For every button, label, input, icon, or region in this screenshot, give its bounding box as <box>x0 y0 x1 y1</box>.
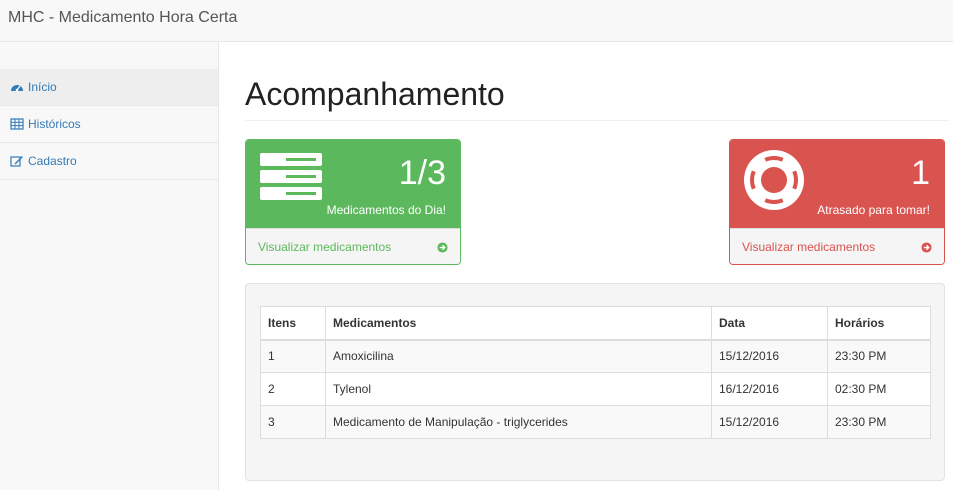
table-icon <box>10 118 24 130</box>
page-title: Acompanhamento <box>245 76 505 112</box>
sidebar-item-label: Cadastro <box>28 154 77 168</box>
today-label: Medicamentos do Dia! <box>326 203 446 217</box>
dashboard-icon <box>11 85 23 92</box>
link-label: Visualizar medicamentos <box>258 240 392 254</box>
cell-medication: Tylenol <box>325 372 712 406</box>
cell-item: 1 <box>260 339 326 373</box>
cell-medication: Medicamento de Manipulação - triglycerid… <box>325 405 712 439</box>
life-ring-icon <box>744 150 804 210</box>
today-count: 1/3 <box>398 154 446 192</box>
cell-time: 02:30 PM <box>827 372 931 406</box>
edit-icon <box>10 156 23 167</box>
server-icon <box>260 153 322 200</box>
table-row[interactable]: 3 Medicamento de Manipulação - triglycer… <box>260 405 931 439</box>
sidebar: Início Históricos Cadastro <box>0 42 219 490</box>
panel-heading: 1 Atrasado para tomar! <box>730 140 944 228</box>
column-header[interactable]: Horários <box>827 306 931 341</box>
sidebar-item-label: Históricos <box>28 117 81 131</box>
link-label: Visualizar medicamentos <box>742 240 876 254</box>
panel-heading: 1/3 Medicamentos do Dia! <box>246 140 460 228</box>
medications-well: Itens Medicamentos Data Horários 1 Amoxi… <box>245 283 945 481</box>
cell-medication: Amoxicilina <box>325 339 712 373</box>
column-header[interactable]: Data <box>711 306 828 341</box>
cell-date: 16/12/2016 <box>711 372 828 406</box>
column-header[interactable]: Itens <box>260 306 326 341</box>
late-label: Atrasado para tomar! <box>817 203 930 217</box>
view-medications-link[interactable]: Visualizar medicamentos <box>246 228 460 264</box>
sidebar-item-historicos[interactable]: Históricos <box>0 106 218 143</box>
cell-date: 15/12/2016 <box>711 339 828 373</box>
panel-medicamentos-do-dia: 1/3 Medicamentos do Dia! Visualizar medi… <box>245 139 461 265</box>
cell-time: 23:30 PM <box>827 405 931 439</box>
arrow-circle-right-icon <box>921 241 932 253</box>
cell-item: 2 <box>260 372 326 406</box>
title-divider <box>245 120 949 121</box>
medications-table: Itens Medicamentos Data Horários 1 Amoxi… <box>260 306 931 439</box>
cell-time: 23:30 PM <box>827 339 931 373</box>
table-row[interactable]: 1 Amoxicilina 15/12/2016 23:30 PM <box>260 339 931 373</box>
table-row[interactable]: 2 Tylenol 16/12/2016 02:30 PM <box>260 372 931 406</box>
cell-date: 15/12/2016 <box>711 405 828 439</box>
cell-item: 3 <box>260 405 326 439</box>
late-count: 1 <box>911 154 930 192</box>
table-header-row: Itens Medicamentos Data Horários <box>260 306 931 341</box>
view-medications-link[interactable]: Visualizar medicamentos <box>730 228 944 264</box>
sidebar-item-cadastro[interactable]: Cadastro <box>0 143 218 180</box>
sidebar-item-label: Início <box>28 80 57 94</box>
column-header[interactable]: Medicamentos <box>325 306 712 341</box>
arrow-circle-right-icon <box>437 241 448 253</box>
app-brand[interactable]: MHC - Medicamento Hora Certa <box>8 9 237 27</box>
sidebar-item-inicio[interactable]: Início <box>0 69 218 106</box>
top-navbar: MHC - Medicamento Hora Certa <box>0 0 953 42</box>
panel-atrasado: 1 Atrasado para tomar! Visualizar medica… <box>729 139 945 265</box>
